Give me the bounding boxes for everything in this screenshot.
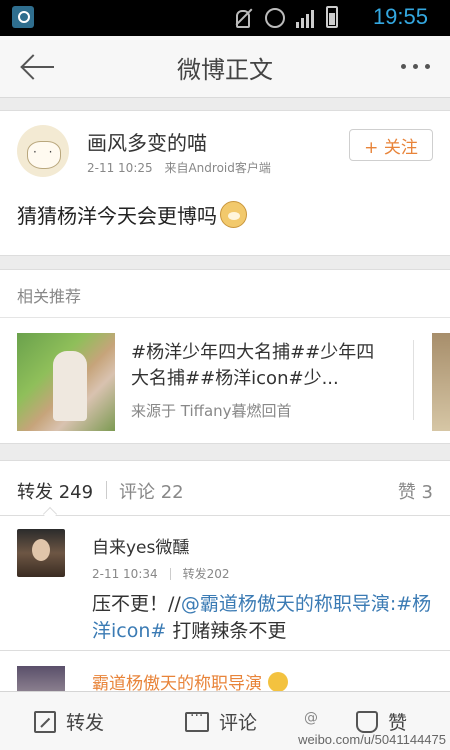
signal-icon (296, 6, 314, 28)
like-label: 赞 (388, 712, 408, 734)
comment-repost-count: 转发202 (182, 567, 230, 581)
divider (106, 481, 107, 499)
comment-text-prefix: 压不更！// (92, 593, 181, 615)
status-bar: 19:55 (0, 0, 450, 36)
tab-comment[interactable]: 评论 22 (119, 478, 184, 504)
emoji-icon (268, 671, 288, 692)
like-button[interactable]: 赞 (356, 708, 407, 735)
related-heading: 相关推荐 (0, 269, 450, 317)
comment-meta: 2-11 10:34 转发202 (92, 565, 230, 582)
comment-button[interactable]: 评论 (185, 708, 257, 735)
title-bar: 微博正文 (0, 36, 450, 98)
like-icon (356, 710, 378, 733)
follow-button[interactable]: + 关注 (349, 129, 433, 161)
post-meta: 2-11 10:25 来自Android客户端 (87, 159, 271, 176)
comment-text: 压不更！//@霸道杨傲天的称职导演:#杨洋icon# 打赌辣条不更 (92, 591, 432, 645)
watermark-url: weibo.com/u/5041144475 (298, 732, 446, 747)
mention-link[interactable]: @霸道杨傲天的称职导演 (181, 593, 390, 615)
related-card-title[interactable]: #杨洋少年四大名捕##少年四大名捕##杨洋icon#少... (131, 340, 386, 392)
status-time: 19:55 (372, 4, 428, 29)
post-card: 画风多变的喵 2-11 10:25 来自Android客户端 + 关注 猜猜杨洋… (0, 110, 450, 256)
interaction-tabs: 转发 249 评论 22 赞 3 (0, 460, 450, 522)
tab-like[interactable]: 赞 3 (398, 478, 433, 504)
page-title: 微博正文 (177, 56, 273, 84)
divider (413, 340, 414, 420)
post-username[interactable]: 画风多变的喵 (87, 127, 207, 156)
related-heading-label: 相关推荐 (17, 287, 82, 306)
doge-icon (220, 201, 247, 228)
alarm-icon (264, 6, 285, 28)
bottom-action-bar: 转发 评论 赞 @ weibo.com/u/5041144475 (0, 691, 450, 750)
post-text-content: 猜猜杨洋今天会更博吗 (17, 204, 217, 228)
post-source: 来自Android客户端 (164, 161, 271, 175)
battery-icon (326, 6, 338, 28)
app-icon (12, 6, 34, 28)
repost-label: 转发 (66, 712, 105, 734)
next-related-thumbnail[interactable] (432, 333, 450, 431)
more-icon[interactable] (401, 64, 430, 69)
comment-icon (185, 708, 209, 732)
related-card-source: 来源于 Tiffany暮燃回首 (131, 402, 292, 420)
avatar[interactable] (17, 666, 65, 691)
repost-icon (34, 710, 56, 733)
comment-text-suffix: 打赌辣条不更 (166, 620, 287, 642)
avatar[interactable] (17, 529, 65, 577)
status-icons (232, 6, 338, 28)
comment-date: 2-11 10:34 (92, 566, 158, 581)
list-item: 自来yes微醺 2-11 10:34 转发202 压不更！//@霸道杨傲天的称职… (0, 516, 450, 651)
comment-label: 评论 (219, 712, 258, 734)
tab-repost[interactable]: 转发 249 (17, 478, 93, 504)
repost-button[interactable]: 转发 (34, 708, 104, 735)
post-date: 2-11 10:25 (87, 161, 153, 175)
comment-username[interactable]: 自来yes微醺 (92, 533, 189, 558)
related-card[interactable]: #杨洋少年四大名捕##少年四大名捕##杨洋icon#少... 来源于 Tiffa… (0, 317, 450, 444)
related-thumbnail[interactable] (17, 333, 115, 431)
avatar[interactable] (17, 125, 69, 177)
post-text: 猜猜杨洋今天会更博吗 (17, 200, 247, 229)
list-item: 霸道杨傲天的称职导演 (0, 651, 450, 694)
watermark-brand: @ (304, 710, 318, 726)
mute-icon (232, 6, 252, 28)
